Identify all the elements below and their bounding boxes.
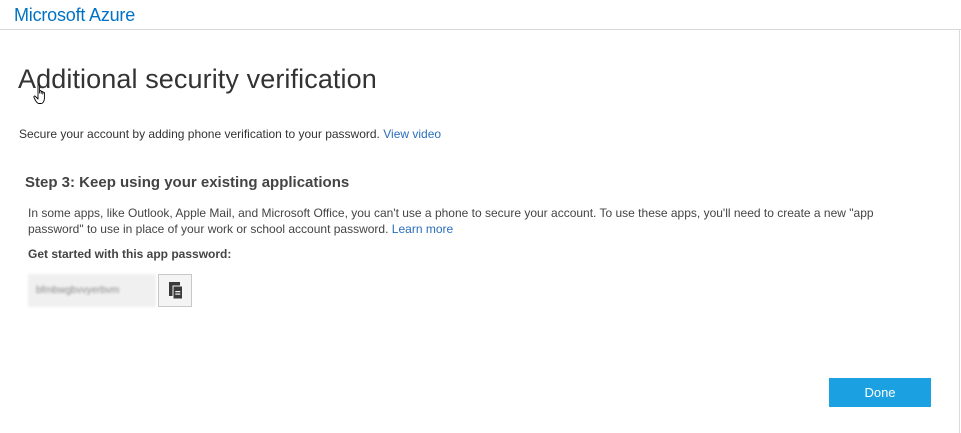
app-password-label: Get started with this app password: [28,247,232,261]
brand-logo[interactable]: Microsoft Azure [14,5,135,26]
intro-message: Secure your account by adding phone veri… [19,127,380,141]
page-title: Additional security verification [18,64,377,94]
step-description: In some apps, like Outlook, Apple Mail, … [28,205,908,237]
hand-pointer-icon [33,84,45,104]
copy-icon [169,282,183,300]
copy-password-button[interactable] [158,274,192,307]
done-button[interactable]: Done [829,378,931,407]
top-bar: Microsoft Azure [0,0,961,30]
step-title: Step 3: Keep using your existing applica… [25,174,350,191]
view-video-link[interactable]: View video [383,127,441,141]
right-divider [959,30,960,433]
learn-more-link[interactable]: Learn more [392,222,453,236]
intro-text: Secure your account by adding phone veri… [19,127,441,141]
app-password-field[interactable] [28,274,156,307]
